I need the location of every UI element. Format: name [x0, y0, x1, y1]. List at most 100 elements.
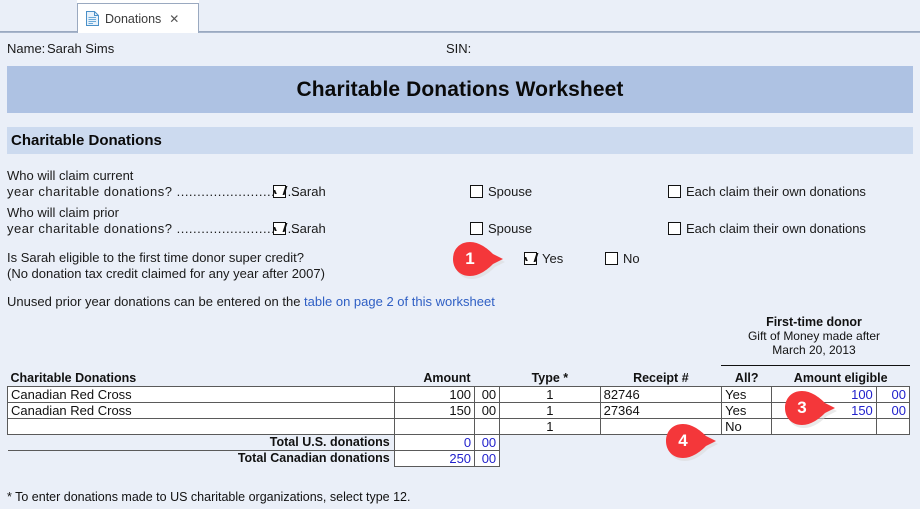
column-header-type: Type * [531, 370, 569, 385]
spacer-cell [876, 435, 909, 451]
total-canadian-value[interactable]: 250 [393, 450, 476, 467]
total-us-value[interactable]: 0 [393, 434, 476, 451]
cell-type[interactable]: 1 [499, 386, 601, 403]
spacer-cell [722, 451, 772, 467]
current-year-option-each[interactable]: Each claim their own donations [668, 184, 866, 199]
tab-strip: Donations ✕ [0, 0, 920, 33]
cell-eligible-cents[interactable]: 00 [875, 402, 911, 419]
tab-donations[interactable]: Donations ✕ [77, 3, 199, 33]
callout-marker-1: 1 [451, 240, 507, 279]
total-canadian-label: Total Canadian donations [7, 450, 395, 467]
cell-receipt[interactable]: 82746 [599, 386, 723, 403]
cell-all[interactable]: Yes [721, 386, 773, 403]
cell-eligible-cents[interactable] [875, 418, 911, 435]
cell-donation-name[interactable]: Canadian Red Cross [7, 402, 395, 419]
cell-donation-name[interactable]: Canadian Red Cross [7, 386, 395, 403]
cell-donation-name[interactable] [7, 418, 395, 435]
prior-year-option-spouse[interactable]: Spouse [470, 221, 532, 236]
cell-receipt[interactable]: 27364 [599, 402, 723, 419]
unused-donations-note: Unused prior year donations can be enter… [7, 294, 495, 309]
super-credit-option-yes[interactable]: Yes [524, 251, 563, 266]
super-credit-option-no[interactable]: No [605, 251, 640, 266]
current-year-option-sarah[interactable]: Sarah [273, 184, 326, 199]
checkbox-icon[interactable] [605, 252, 618, 265]
name-label: Name: [7, 41, 46, 56]
spacer-cell [876, 451, 909, 467]
cell-all[interactable]: No [721, 418, 773, 435]
current-year-option-sarah-label: Sarah [291, 184, 326, 199]
column-header-all: All? [734, 370, 759, 385]
total-row-us: Total U.S. donations 0 00 [7, 434, 910, 451]
cell-type[interactable]: 1 [499, 418, 601, 435]
checkbox-icon[interactable] [668, 185, 681, 198]
question-prior-year-line2: year charitable donations? .............… [7, 221, 300, 236]
spacer-cell [500, 435, 600, 451]
table-row[interactable]: 1 No [7, 418, 911, 435]
current-year-option-spouse-label: Spouse [488, 184, 533, 199]
total-canadian-cents[interactable]: 00 [474, 450, 501, 467]
spacer-cell [500, 451, 600, 467]
checkbox-icon[interactable] [470, 185, 483, 198]
spacer-cell [772, 435, 876, 451]
column-header-receipt: Receipt # [633, 370, 689, 385]
unused-donations-note-text: Unused prior year donations can be enter… [7, 294, 305, 309]
prior-year-option-each[interactable]: Each claim their own donations [668, 221, 866, 236]
question-current-year: Who will claim current year charitable d… [7, 168, 300, 200]
table-footnote: * To enter donations made to US charitab… [7, 490, 411, 504]
current-year-option-each-label: Each claim their own donations [686, 184, 866, 199]
total-us-cents[interactable]: 00 [474, 434, 501, 451]
current-year-option-spouse[interactable]: Spouse [470, 184, 532, 199]
checkbox-checked-icon[interactable] [273, 185, 286, 198]
spacer-cell [722, 435, 772, 451]
first-time-donor-header: First-time donor Gift of Money made afte… [718, 315, 910, 357]
cell-amount-cents[interactable] [474, 418, 501, 435]
question-current-year-line2: year charitable donations? .............… [7, 184, 300, 199]
callout-marker-4: 4 [664, 422, 720, 461]
name-value: Sarah Sims [47, 41, 115, 56]
prior-year-option-sarah[interactable]: Sarah [273, 221, 326, 236]
table-row[interactable]: Canadian Red Cross 100 00 1 82746 Yes 10… [7, 386, 911, 403]
first-time-donor-line2: Gift of Money made after [747, 329, 881, 343]
cell-amount-cents[interactable]: 00 [474, 386, 501, 403]
checkbox-icon[interactable] [668, 222, 681, 235]
question-current-year-line1: Who will claim current [7, 168, 134, 183]
spacer-cell [772, 451, 876, 467]
column-header-amount-eligible: Amount eligible [793, 370, 888, 385]
prior-year-option-each-label: Each claim their own donations [686, 221, 866, 236]
tab-strip-left-filler [0, 0, 77, 32]
section-title: Charitable Donations [11, 132, 162, 149]
donations-table: Charitable Donations Amount Type * Recei… [7, 370, 911, 467]
worksheet-title-band: Charitable Donations Worksheet [7, 66, 913, 113]
document-icon [86, 11, 99, 26]
donations-worksheet-page: Donations ✕ Name: Sarah Sims SIN: Charit… [0, 0, 920, 509]
checkbox-icon[interactable] [470, 222, 483, 235]
callout-marker-1-number: 1 [465, 249, 475, 268]
question-super-credit: Is Sarah eligible to the first time dono… [7, 250, 325, 282]
checkbox-checked-icon[interactable] [524, 252, 537, 265]
super-credit-option-yes-label: Yes [542, 251, 564, 266]
cell-amount-cents[interactable]: 00 [474, 402, 501, 419]
table-row[interactable]: Canadian Red Cross 150 00 1 27364 Yes 15… [7, 402, 911, 419]
total-us-label: Total U.S. donations [7, 434, 395, 451]
callout-marker-4-number: 4 [678, 431, 688, 450]
table-header-row: Charitable Donations Amount Type * Recei… [8, 370, 910, 387]
first-time-donor-line3: March 20, 2013 [772, 343, 856, 357]
page-2-table-link[interactable]: table on page 2 of this worksheet [304, 294, 495, 309]
question-prior-year-line1: Who will claim prior [7, 205, 119, 220]
cell-all[interactable]: Yes [721, 402, 773, 419]
callout-marker-3-number: 3 [797, 398, 807, 417]
question-super-credit-line1: Is Sarah eligible to the first time dono… [7, 250, 304, 265]
question-prior-year: Who will claim prior year charitable don… [7, 205, 300, 237]
cell-amount[interactable]: 100 [393, 386, 476, 403]
cell-type[interactable]: 1 [499, 402, 601, 419]
super-credit-option-no-label: No [623, 251, 640, 266]
close-icon[interactable]: ✕ [169, 13, 179, 25]
cell-amount[interactable] [393, 418, 476, 435]
section-header-band: Charitable Donations [7, 127, 913, 154]
cell-amount[interactable]: 150 [393, 402, 476, 419]
cell-eligible-cents[interactable]: 00 [875, 386, 911, 403]
tab-label: Donations [105, 11, 162, 26]
checkbox-checked-icon[interactable] [273, 222, 286, 235]
callout-marker-3: 3 [783, 389, 839, 428]
first-time-donor-line1: First-time donor [766, 315, 862, 329]
